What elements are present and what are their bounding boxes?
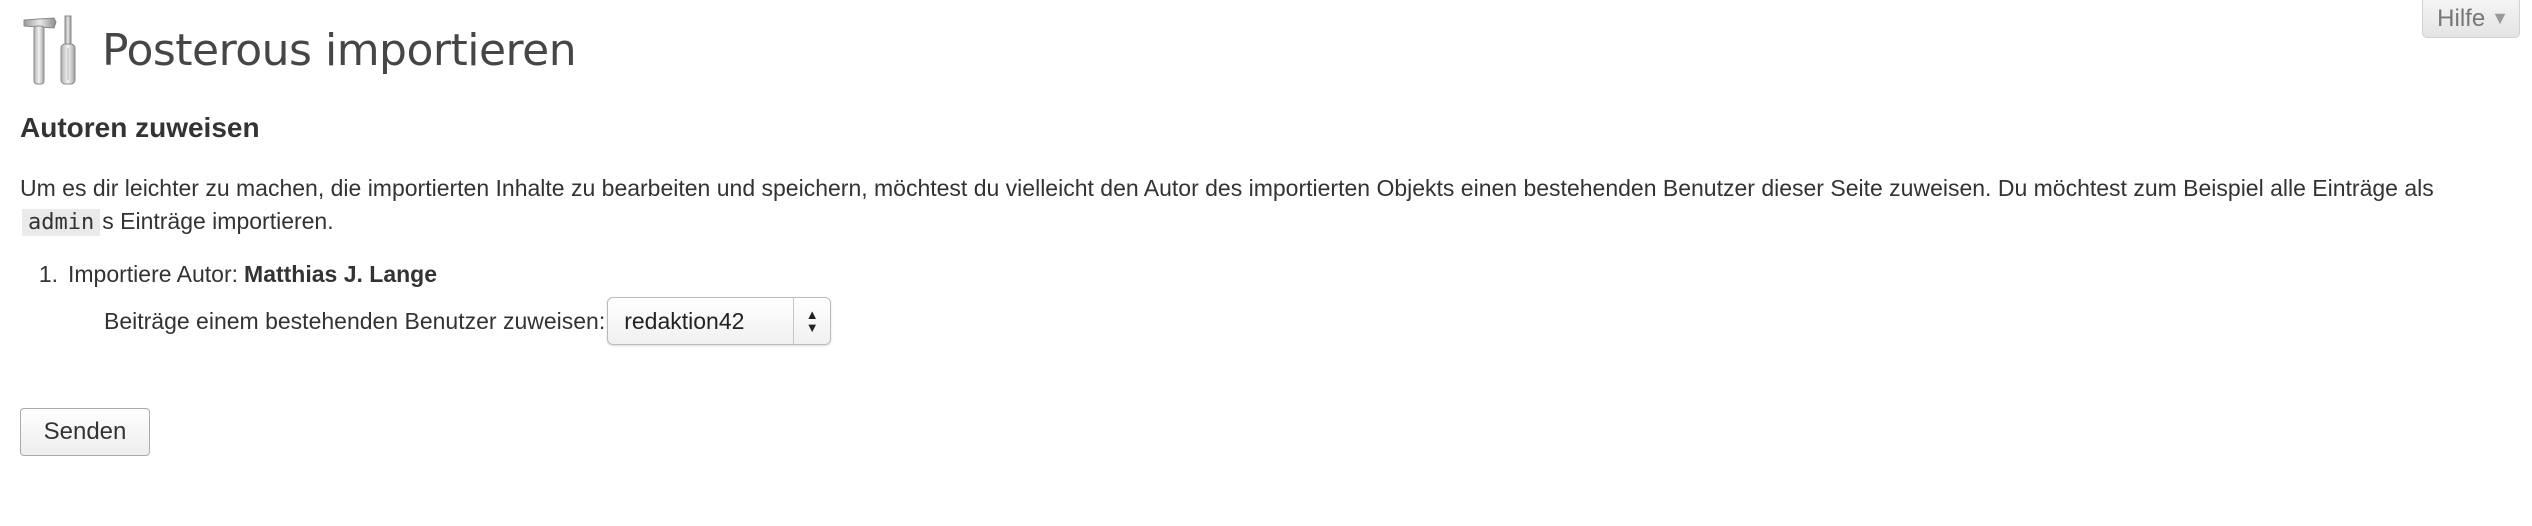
author-label: Importiere Autor: (68, 261, 239, 287)
user-select[interactable]: redaktion42 ▲ ▼ (607, 297, 832, 345)
help-tab-label: Hilfe (2437, 4, 2486, 32)
assign-label: Beiträge einem bestehenden Benutzer zuwe… (104, 307, 606, 334)
page-title: Posterous importieren (102, 24, 577, 76)
list-item: 1. Importiere Autor: Matthias J. Lange B… (20, 261, 832, 345)
section-title: Autoren zuweisen (20, 112, 260, 143)
author-name: Matthias J. Lange (244, 261, 438, 287)
submit-button[interactable]: Senden (20, 408, 150, 456)
user-select-value: redaktion42 (624, 307, 745, 334)
author-number: 1. (38, 261, 58, 287)
author-list: 1. Importiere Autor: Matthias J. Lange B… (20, 261, 832, 345)
intro-text: Um es dir leichter zu machen, die import… (20, 172, 2510, 239)
select-arrows-icon: ▲ ▼ (793, 298, 830, 344)
page-header: Posterous importieren (20, 12, 577, 88)
intro-text-after: s Einträge importieren. (102, 208, 334, 234)
help-tab[interactable]: Hilfe ▼ (2422, 0, 2520, 38)
admin-code: admin (22, 209, 101, 236)
chevron-down-icon: ▼ (2491, 8, 2509, 28)
author-line: 1. Importiere Autor: Matthias J. Lange (20, 261, 831, 295)
assign-line: Beiträge einem bestehenden Benutzer zuwe… (104, 297, 832, 345)
tools-icon (23, 15, 76, 85)
intro-text-before: Um es dir leichter zu machen, die import… (20, 175, 2434, 201)
